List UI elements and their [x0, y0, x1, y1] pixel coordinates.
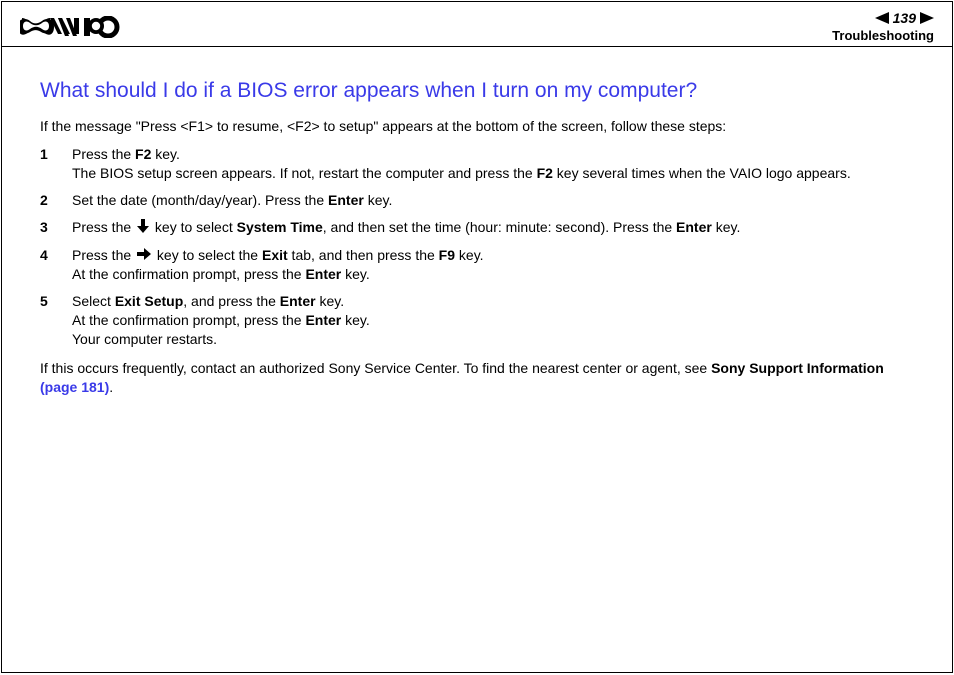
text: Select	[72, 293, 115, 309]
bold-text: F2	[135, 146, 151, 162]
step-number: 1	[40, 145, 54, 183]
footer-link[interactable]: (page 181)	[40, 379, 109, 395]
step-item: 5 Select Exit Setup, and press the Enter …	[40, 292, 924, 349]
bold-text: Enter	[280, 293, 316, 309]
page-nav: 139	[832, 10, 934, 26]
page-title: What should I do if a BIOS error appears…	[40, 79, 924, 103]
step-number: 5	[40, 292, 54, 349]
bold-text: Enter	[328, 192, 364, 208]
text: Your computer restarts.	[72, 331, 217, 347]
text: Press the	[72, 146, 135, 162]
footer-prefix: If this occurs frequently, contact an au…	[40, 360, 711, 376]
text: key.	[712, 219, 741, 235]
step-item: 4 Press the key to select the Exit tab, a…	[40, 246, 924, 285]
footer-suffix: .	[109, 379, 113, 395]
step-item: 3 Press the key to select System Time, an…	[40, 218, 924, 238]
text: Press the	[72, 247, 135, 263]
bold-text: Exit Setup	[115, 293, 183, 309]
text: key several times when the VAIO logo app…	[553, 165, 851, 181]
text: , and press the	[183, 293, 280, 309]
text: , and then set the time (hour: minute: s…	[323, 219, 676, 235]
steps-list: 1 Press the F2 key. The BIOS setup screen …	[40, 145, 924, 349]
footer-note: If this occurs frequently, contact an au…	[40, 359, 924, 397]
prev-page-arrow-icon[interactable]	[875, 12, 889, 24]
vaio-logo	[20, 16, 130, 36]
step-item: 1 Press the F2 key. The BIOS setup screen …	[40, 145, 924, 183]
bold-text: Enter	[676, 219, 712, 235]
text: key to select the	[153, 247, 262, 263]
text: Set the date (month/day/year). Press the	[72, 192, 328, 208]
step-item: 2 Set the date (month/day/year). Press th…	[40, 191, 924, 210]
next-page-arrow-icon[interactable]	[920, 12, 934, 24]
text: key.	[364, 192, 393, 208]
bold-text: Enter	[305, 312, 341, 328]
text: The BIOS setup screen appears. If not, r…	[72, 165, 537, 181]
bold-text: F2	[537, 165, 553, 181]
bold-text: System Time	[237, 219, 323, 235]
text: At the confirmation prompt, press the	[72, 266, 305, 282]
step-number: 3	[40, 218, 54, 238]
text: tab, and then press the	[288, 247, 439, 263]
step-number: 4	[40, 246, 54, 285]
step-body: Select Exit Setup, and press the Enter k…	[72, 292, 924, 349]
text: Press the	[72, 219, 135, 235]
bold-text: Exit	[262, 247, 288, 263]
down-arrow-icon	[137, 219, 149, 238]
bold-text: F9	[439, 247, 455, 263]
step-body: Press the key to select the Exit tab, an…	[72, 246, 924, 285]
text: key.	[341, 312, 370, 328]
text: key.	[316, 293, 345, 309]
section-label: Troubleshooting	[832, 28, 934, 43]
intro-text: If the message "Press <F1> to resume, <F…	[40, 117, 924, 135]
step-body: Press the F2 key. The BIOS setup screen a…	[72, 145, 924, 183]
step-body: Set the date (month/day/year). Press the…	[72, 191, 924, 210]
step-body: Press the key to select System Time, and…	[72, 218, 924, 238]
text: At the confirmation prompt, press the	[72, 312, 305, 328]
text: key to select	[151, 219, 237, 235]
footer-bold: Sony Support Information	[711, 360, 884, 376]
step-number: 2	[40, 191, 54, 210]
text: key.	[151, 146, 180, 162]
page-number: 139	[893, 10, 916, 26]
bold-text: Enter	[305, 266, 341, 282]
text: key.	[455, 247, 484, 263]
right-arrow-icon	[137, 246, 151, 265]
text: key.	[341, 266, 370, 282]
